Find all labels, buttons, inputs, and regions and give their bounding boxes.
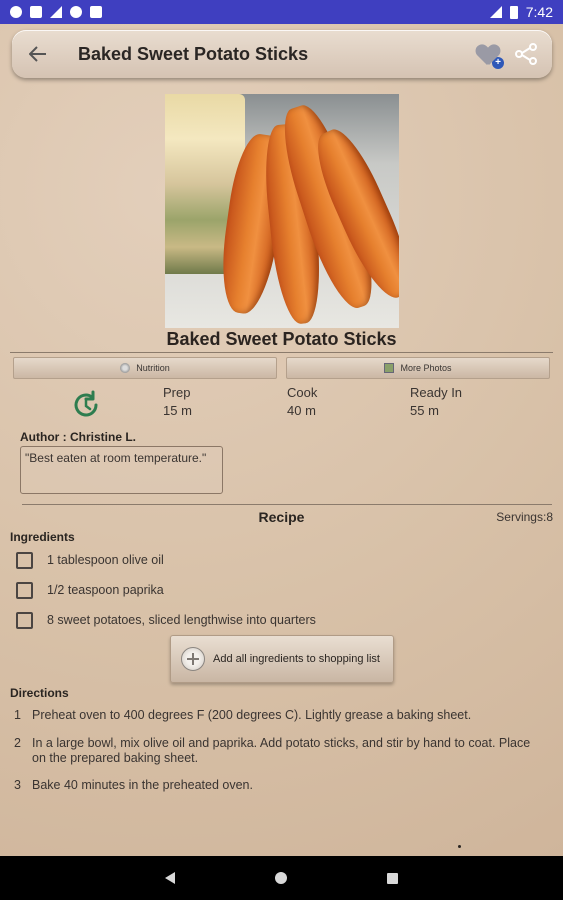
recipe-section-title: Recipe xyxy=(258,509,305,525)
favorite-add-button[interactable]: + xyxy=(476,43,504,69)
nutrition-label: Nutrition xyxy=(136,363,170,373)
nav-back-icon[interactable] xyxy=(165,872,175,884)
prep-time: Prep 15 m xyxy=(163,384,192,420)
heart-add-icon: + xyxy=(492,57,504,69)
main-content[interactable]: Baked Sweet Potato Sticks + Baked Sweet … xyxy=(0,24,563,856)
ingredient-checkbox[interactable] xyxy=(16,551,33,569)
wifi-off-icon xyxy=(50,6,62,18)
ingredient-item[interactable]: 1 tablespoon olive oil xyxy=(16,549,164,571)
app-toolbar: Baked Sweet Potato Sticks + xyxy=(12,30,552,78)
direction-step: 2 In a large bowl, mix olive oil and pap… xyxy=(14,736,534,766)
ingredient-checkbox[interactable] xyxy=(16,611,33,629)
more-photos-label: More Photos xyxy=(400,363,452,373)
ingredient-text: 1/2 teaspoon paprika xyxy=(47,583,164,597)
ingredient-item[interactable]: 8 sweet potatoes, sliced lengthwise into… xyxy=(16,609,316,631)
back-button[interactable] xyxy=(16,32,60,76)
author-name: Author : Christine L. xyxy=(20,430,136,444)
ingredient-checkbox[interactable] xyxy=(16,581,33,599)
cook-label: Cook xyxy=(287,385,318,400)
prep-label: Prep xyxy=(163,385,191,400)
share-button[interactable] xyxy=(514,43,538,65)
direction-step: 1 Preheat oven to 400 degrees F (200 deg… xyxy=(14,708,534,723)
step-text: Preheat oven to 400 degrees F (200 degre… xyxy=(32,708,472,722)
ready-label: Ready In xyxy=(410,385,463,400)
ingredients-label: Ingredients xyxy=(10,530,75,544)
nutrition-icon xyxy=(120,363,131,373)
more-photos-button[interactable]: More Photos xyxy=(286,357,550,379)
status-time: 7:42 xyxy=(525,4,553,20)
nutrition-button[interactable]: Nutrition xyxy=(13,357,277,379)
speck-decoration xyxy=(458,845,461,848)
step-text: In a large bowl, mix olive oil and papri… xyxy=(32,736,531,765)
step-number: 2 xyxy=(14,736,21,750)
recipe-title: Baked Sweet Potato Sticks xyxy=(166,329,397,349)
circle-icon xyxy=(70,6,82,18)
step-number: 3 xyxy=(14,778,21,792)
cook-value: 40 m xyxy=(287,403,316,418)
share-icon xyxy=(515,43,537,65)
author-quote: "Best eaten at room temperature." xyxy=(20,446,223,494)
ready-time: Ready In 55 m xyxy=(410,384,462,420)
step-text: Bake 40 minutes in the preheated oven. xyxy=(32,778,253,792)
refresh-icon[interactable] xyxy=(70,389,102,421)
add-to-shopping-list-button[interactable]: Add all ingredients to shopping list xyxy=(170,635,394,683)
prep-value: 15 m xyxy=(163,403,192,418)
ingredient-text: 1 tablespoon olive oil xyxy=(47,553,164,567)
system-nav-bar xyxy=(0,856,563,900)
notification-icon xyxy=(30,6,42,18)
shopping-button-label: Add all ingredients to shopping list xyxy=(213,653,380,665)
ingredient-item[interactable]: 1/2 teaspoon paprika xyxy=(16,579,164,601)
step-number: 1 xyxy=(14,708,21,722)
add-cart-icon xyxy=(181,647,205,671)
title-divider xyxy=(10,352,553,353)
direction-step: 3 Bake 40 minutes in the preheated oven. xyxy=(14,778,534,793)
toolbar-title: Baked Sweet Potato Sticks xyxy=(78,43,309,64)
ingredient-text: 8 sweet potatoes, sliced lengthwise into… xyxy=(47,613,316,627)
servings-count[interactable]: Servings:8 xyxy=(496,510,553,524)
photos-icon xyxy=(384,363,395,373)
signal-icon xyxy=(489,6,502,18)
status-bar: 7:42 xyxy=(0,0,563,24)
recipe-photo[interactable] xyxy=(165,94,399,328)
sd-card-icon xyxy=(90,6,102,18)
arrow-left-icon xyxy=(29,46,46,62)
recipe-divider xyxy=(22,504,552,505)
nav-recents-icon[interactable] xyxy=(387,872,398,884)
ready-value: 55 m xyxy=(410,403,439,418)
directions-label: Directions xyxy=(10,686,69,700)
battery-icon xyxy=(509,5,518,19)
cook-time: Cook 40 m xyxy=(287,384,317,420)
settings-icon xyxy=(10,6,22,18)
nav-home-icon[interactable] xyxy=(275,872,287,884)
